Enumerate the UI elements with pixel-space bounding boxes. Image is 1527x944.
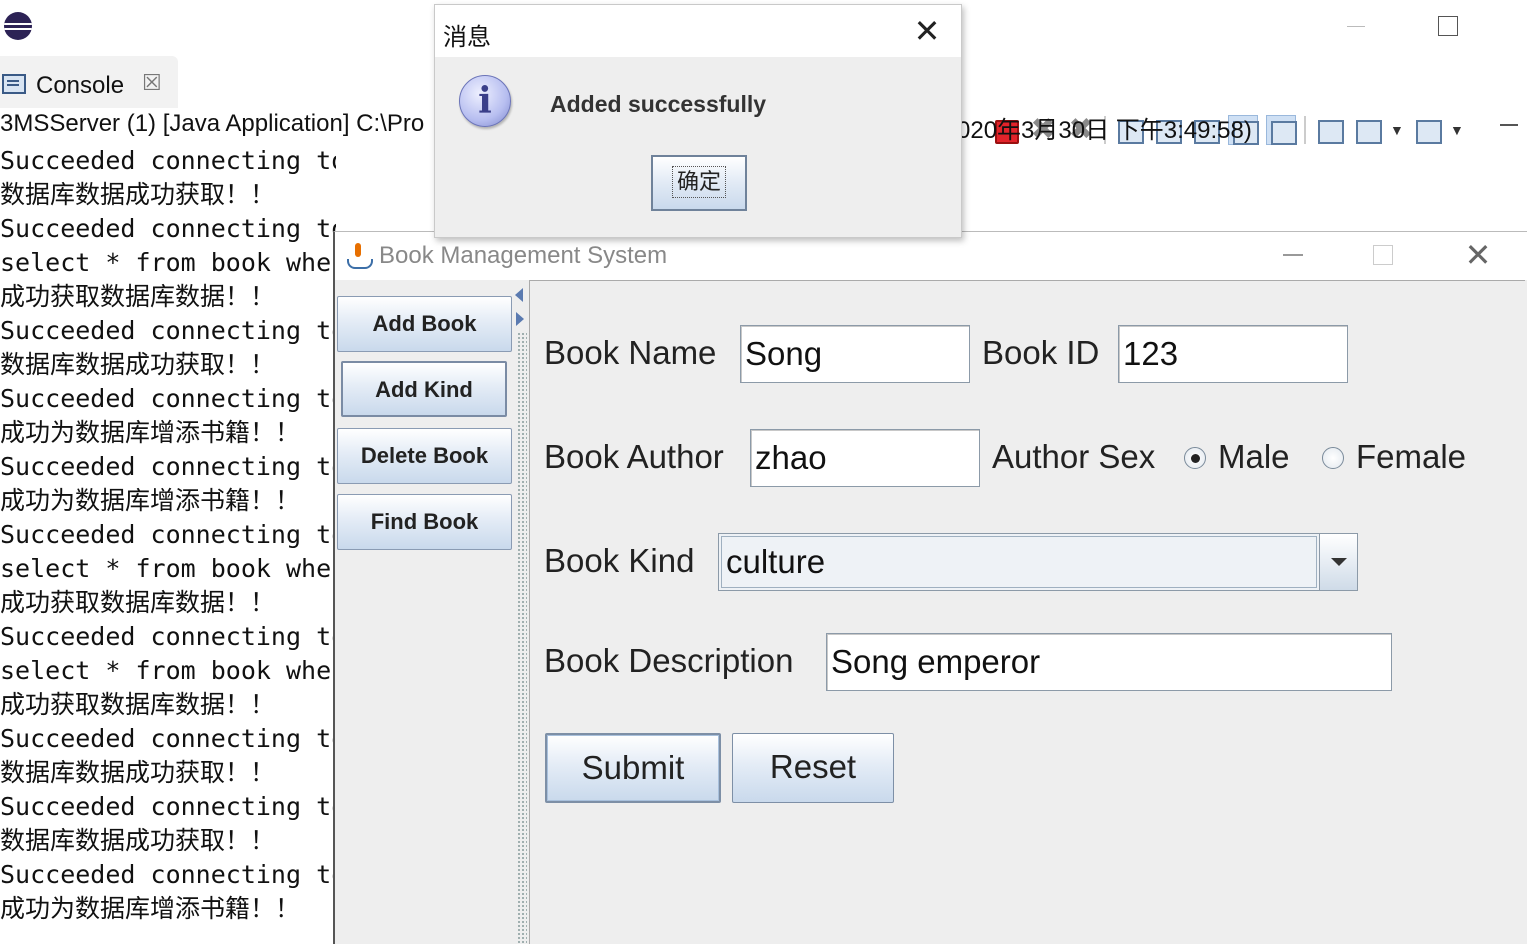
ide-maximize-button[interactable]: [1428, 10, 1468, 42]
book-author-field[interactable]: zhao: [750, 429, 980, 487]
console-icon: [2, 74, 26, 94]
launch-status-text: 3MSServer (1) [Java Application] C:\Pro: [0, 110, 425, 137]
console-line: select * from book wher: [0, 656, 336, 685]
find-book-button[interactable]: Find Book: [337, 494, 512, 550]
book-author-label: Book Author: [544, 438, 724, 475]
console-line: 数据库数据成功获取！！: [0, 826, 276, 855]
console-line: 成功为数据库增添书籍！！: [0, 418, 301, 447]
dialog-message: Added successfully: [550, 91, 767, 117]
book-name-label: Book Name: [544, 334, 717, 371]
console-tab-close-icon[interactable]: ☒: [142, 70, 162, 96]
ok-button[interactable]: 确定: [651, 155, 747, 211]
console-line: 成功获取数据库数据！！: [0, 588, 276, 617]
collapse-left-icon[interactable]: [515, 288, 523, 302]
book-name-field[interactable]: Song: [740, 325, 970, 383]
ok-button-label: 确定: [671, 166, 726, 198]
java-cup-icon: [343, 241, 373, 271]
delete-book-button[interactable]: Delete Book: [337, 428, 512, 484]
console-tab-label: Console: [36, 72, 125, 99]
expand-right-icon[interactable]: [516, 312, 524, 326]
console-line: Succeeded connecting to: [0, 792, 336, 821]
book-kind-label: Book Kind: [544, 542, 695, 579]
console-line: Succeeded connecting to: [0, 860, 336, 889]
submit-button[interactable]: Submit: [545, 733, 721, 803]
toolbar-separator: [1304, 116, 1306, 144]
bms-minimize-button[interactable]: [1283, 254, 1303, 256]
book-kind-select[interactable]: culture: [718, 533, 1358, 591]
book-description-label: Book Description: [544, 642, 794, 679]
dialog-titlebar[interactable]: 消息 ✕: [435, 5, 961, 57]
book-management-window: Book Management System ✕ Add Book Add Ki…: [333, 231, 1527, 944]
bms-titlebar[interactable]: Book Management System ✕: [335, 232, 1527, 280]
console-line: Succeeded connecting to: [0, 520, 336, 549]
message-dialog: 消息 ✕ i Added successfully 确定: [434, 4, 962, 238]
console-line: Succeeded connecting to: [0, 622, 336, 651]
console-line: Succeeded connecting to the Da: [0, 146, 336, 175]
pin-console-icon[interactable]: [1314, 115, 1344, 145]
female-label[interactable]: Female: [1356, 438, 1466, 476]
ide-minimize-button[interactable]: [1337, 10, 1377, 42]
console-line: Succeeded connecting to: [0, 316, 336, 345]
window-title: Book Management System: [379, 242, 668, 269]
add-book-form: Book Name Song Book ID 123 Book Author z…: [529, 280, 1525, 944]
male-label[interactable]: Male: [1218, 438, 1290, 476]
bms-maximize-button[interactable]: [1373, 245, 1393, 265]
tab-console[interactable]: Console ☒: [0, 56, 178, 108]
display-console-icon[interactable]: [1352, 115, 1382, 145]
console-line: select * from book wher: [0, 248, 336, 277]
add-kind-button[interactable]: Add Kind: [341, 361, 507, 417]
book-kind-value: culture: [721, 536, 1317, 588]
split-pane-divider[interactable]: [517, 332, 527, 944]
author-sex-label: Author Sex: [992, 438, 1156, 475]
console-line: 成功获取数据库数据！！: [0, 690, 276, 719]
console-line: 成功为数据库增添书籍！！: [0, 894, 301, 923]
bms-close-button[interactable]: ✕: [1463, 236, 1493, 274]
eclipse-logo-icon: [4, 12, 32, 40]
info-icon: i: [459, 75, 511, 127]
chevron-down-icon[interactable]: ▼: [1390, 115, 1404, 145]
book-description-field[interactable]: Song emperor: [826, 633, 1392, 691]
dialog-close-button[interactable]: ✕: [907, 11, 947, 51]
console-output[interactable]: Succeeded connecting to the Da 数据库数据成功获取…: [0, 144, 336, 944]
view-minimize-button[interactable]: [1500, 124, 1518, 126]
console-line: 数据库数据成功获取！！: [0, 350, 276, 379]
male-radio[interactable]: [1184, 447, 1206, 469]
console-line: 成功获取数据库数据！！: [0, 282, 276, 311]
console-line: Succeeded connecting to: [0, 452, 336, 481]
bms-body: Add Book Add Kind Delete Book Find Book …: [335, 280, 1527, 944]
console-line: Succeeded connecting to: [0, 384, 336, 413]
open-console-icon[interactable]: [1412, 115, 1442, 145]
console-line: 成功为数据库增添书籍！！: [0, 486, 301, 515]
book-id-field[interactable]: 123: [1118, 325, 1348, 383]
add-book-button[interactable]: Add Book: [337, 296, 512, 352]
dialog-title: 消息: [443, 24, 491, 51]
chevron-down-icon[interactable]: ▼: [1450, 115, 1464, 145]
book-id-label: Book ID: [982, 334, 1100, 371]
female-radio[interactable]: [1322, 447, 1344, 469]
console-line: select * from book wher: [0, 554, 336, 583]
console-line: Succeeded connecting to: [0, 724, 336, 753]
show-on-stderr-icon[interactable]: [1266, 115, 1297, 145]
console-line: 数据库数据成功获取！！: [0, 180, 276, 209]
reset-button[interactable]: Reset: [732, 733, 894, 803]
console-line: Succeeded connecting to the Da: [0, 214, 336, 243]
launch-timestamp-text: 020年3月30日 下午3:49:58): [957, 117, 1252, 144]
sidebar: Add Book Add Kind Delete Book Find Book: [335, 280, 513, 944]
chevron-down-icon[interactable]: [1319, 534, 1357, 590]
console-line: 数据库数据成功获取！！: [0, 758, 276, 787]
